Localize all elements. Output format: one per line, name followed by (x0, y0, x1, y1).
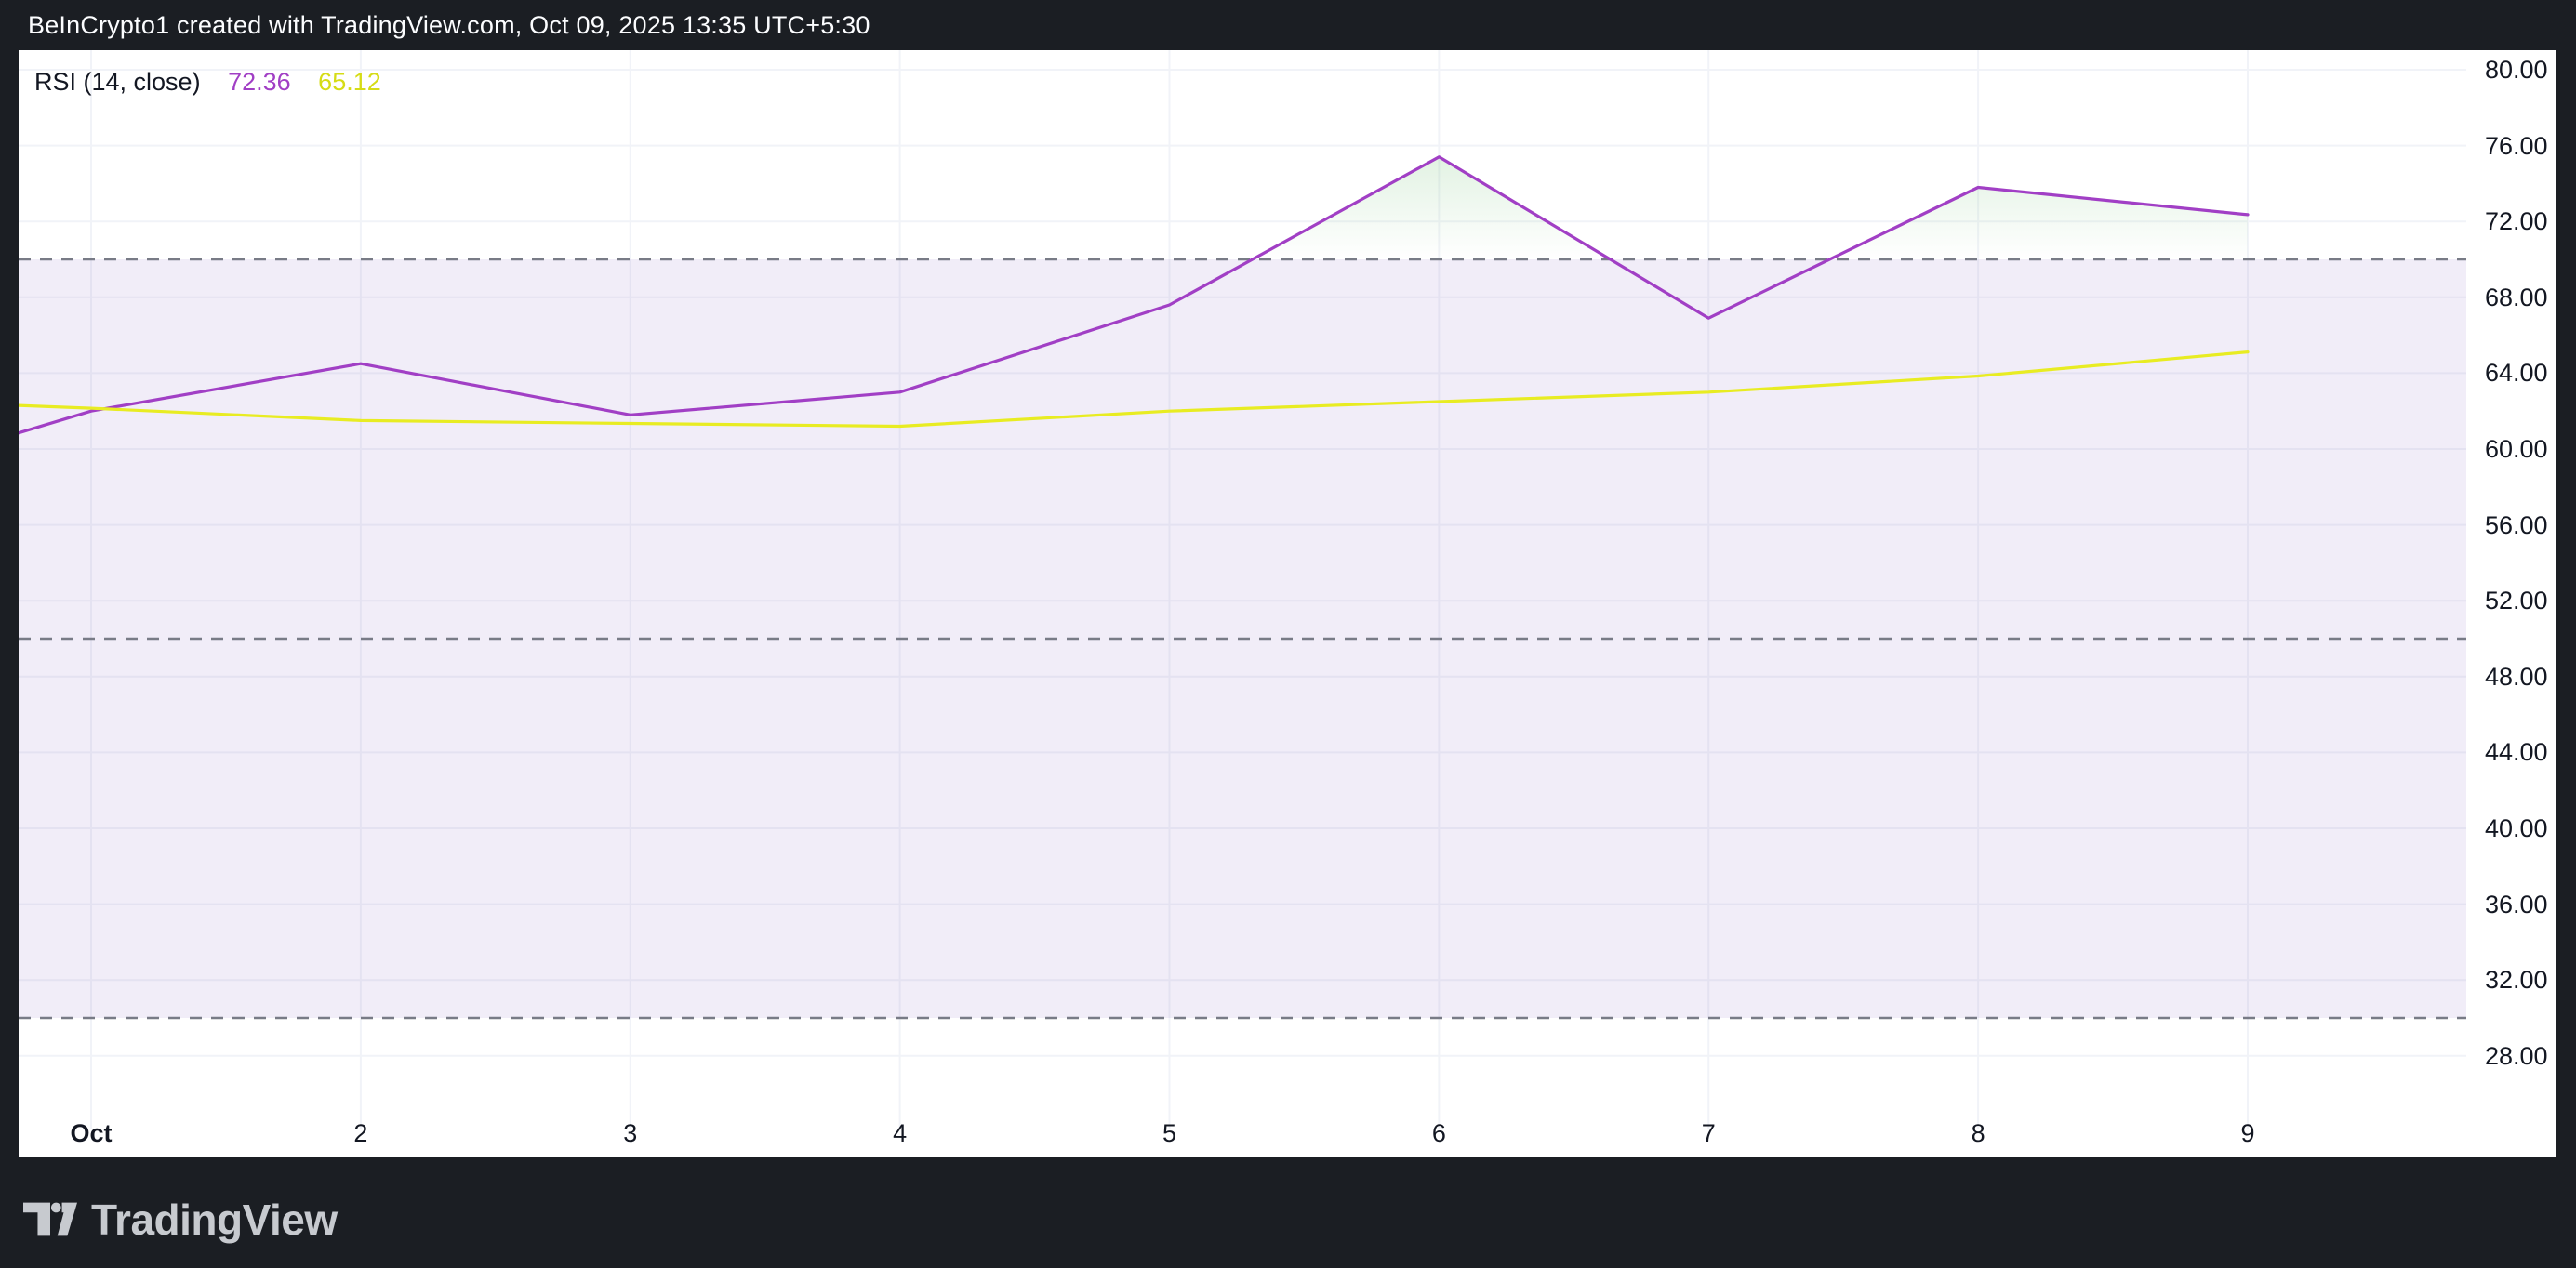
y-axis-label: 48.00 (2485, 662, 2548, 691)
y-axis-label: 44.00 (2485, 738, 2548, 767)
x-axis-label: 9 (2240, 1119, 2255, 1147)
y-axis-label: 64.00 (2485, 359, 2548, 388)
x-axis-label: 4 (893, 1119, 908, 1147)
x-axis-label: 2 (353, 1119, 368, 1147)
tradingview-logo: TradingView (23, 1195, 338, 1245)
y-axis-label: 76.00 (2485, 131, 2548, 160)
tradingview-logo-text: TradingView (91, 1195, 338, 1244)
footer-bar: TradingView (0, 1157, 2576, 1268)
y-axis-label: 72.00 (2485, 207, 2548, 236)
y-axis-label: 40.00 (2485, 814, 2548, 842)
chart-panel: RSI (14, close) 72.36 65.12 80.00 76.00 72… (19, 50, 2556, 1157)
x-axis-label: 3 (623, 1119, 638, 1147)
y-axis-label: 36.00 (2485, 890, 2548, 918)
y-axis-label: 60.00 (2485, 435, 2548, 463)
tradingview-logo-icon (23, 1202, 77, 1236)
legend-rsi-value: 72.36 (228, 68, 291, 96)
y-axis-label: 80.00 (2485, 56, 2548, 84)
y-axis-label: 28.00 (2485, 1041, 2548, 1070)
y-axis-label: 56.00 (2485, 510, 2548, 539)
y-axis-label: 32.00 (2485, 966, 2548, 995)
page-title: BeInCrypto1 created with TradingView.com… (28, 10, 870, 39)
rsi-chart (19, 50, 2466, 1129)
header-bar: BeInCrypto1 created with TradingView.com… (0, 0, 2576, 50)
x-axis-label: 6 (1431, 1119, 1446, 1147)
legend-ma-value: 65.12 (318, 68, 381, 96)
y-axis-label: 68.00 (2485, 283, 2548, 311)
x-axis-label: Oct (70, 1119, 113, 1147)
x-axis-label: 8 (1971, 1119, 1985, 1147)
x-axis-label: 7 (1701, 1119, 1716, 1147)
y-axis-label: 52.00 (2485, 587, 2548, 615)
indicator-legend: RSI (14, close) 72.36 65.12 (34, 69, 381, 95)
x-axis-label: 5 (1162, 1119, 1177, 1147)
legend-indicator-name: RSI (14, close) (34, 68, 201, 96)
